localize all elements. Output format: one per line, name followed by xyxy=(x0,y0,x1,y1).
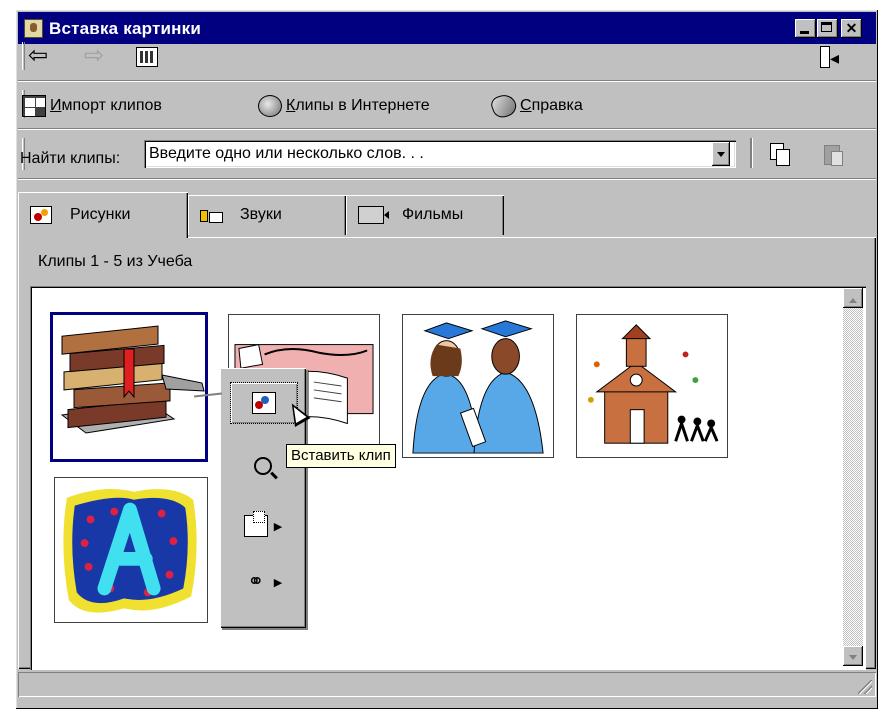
tab-sounds-label: Звуки xyxy=(240,206,282,223)
clips-status-text: Клипы 1 - 5 из Учеба xyxy=(38,253,193,270)
back-arrow-icon[interactable]: ⇦ xyxy=(28,42,48,70)
window-title: Вставка картинки xyxy=(49,19,201,38)
forward-arrow-icon[interactable]: ⇨ xyxy=(84,42,104,70)
search-input[interactable] xyxy=(147,143,711,165)
toolbar-separator xyxy=(18,128,876,130)
toolbar-divider xyxy=(750,138,753,168)
insert-clip-button[interactable] xyxy=(230,382,298,424)
movies-icon xyxy=(358,206,384,224)
pictures-icon xyxy=(30,206,52,224)
import-clips-icon xyxy=(22,95,46,117)
add-to-category-icon xyxy=(243,511,268,537)
scroll-up-button[interactable] xyxy=(843,288,863,308)
toolbar-separator xyxy=(18,178,876,180)
preview-clip-icon xyxy=(254,457,272,475)
vertical-scrollbar[interactable] xyxy=(843,288,863,666)
toolbar-separator xyxy=(18,80,876,82)
help-icon xyxy=(488,91,520,121)
scroll-down-button[interactable] xyxy=(843,646,863,666)
clip-thumbnail-books[interactable] xyxy=(50,312,208,462)
toolbar-grip[interactable] xyxy=(22,42,25,70)
books-clip-image xyxy=(60,325,205,434)
copy-icon[interactable] xyxy=(770,143,790,167)
status-bar xyxy=(18,672,876,697)
title-bar[interactable]: Вставка картинки ✕ xyxy=(18,12,876,44)
clip-thumbnail-letter-a[interactable] xyxy=(54,477,208,623)
clip-gallery-app-icon[interactable] xyxy=(24,19,43,38)
paste-icon[interactable] xyxy=(824,143,844,167)
clip-thumbnail-graduates[interactable] xyxy=(402,314,554,458)
import-clips-accelerator: И xyxy=(50,97,62,114)
help-accelerator: С xyxy=(520,97,532,114)
find-clips-label: Найти клипы: xyxy=(20,150,121,167)
clips-online-label: липы в Интернете xyxy=(295,97,430,114)
submenu-arrow-icon: ▶ xyxy=(273,576,283,589)
add-to-category-button[interactable]: ▶ xyxy=(230,506,296,546)
all-categories-icon[interactable] xyxy=(136,47,158,67)
autofit-icon[interactable] xyxy=(820,44,842,72)
find-similar-button[interactable]: ⚭ ▶ xyxy=(230,562,296,602)
clips-online-button[interactable]: Клипы в Интернете xyxy=(258,92,430,120)
graduates-clip-image xyxy=(412,320,544,454)
clips-online-accelerator: К xyxy=(286,97,296,114)
tab-pictures[interactable]: Рисунки xyxy=(18,192,188,238)
search-combobox[interactable] xyxy=(144,140,736,168)
tooltip: Вставить клип xyxy=(286,444,396,468)
tab-movies-label: Фильмы xyxy=(402,206,464,223)
schoolhouse-clip-image xyxy=(587,324,719,444)
help-label: правка xyxy=(531,97,583,114)
maximize-button[interactable] xyxy=(817,19,838,38)
search-dropdown-button[interactable] xyxy=(712,142,730,166)
close-button[interactable]: ✕ xyxy=(841,19,862,38)
submenu-arrow-icon: ▶ xyxy=(273,520,283,533)
letter-a-clip-image xyxy=(63,488,197,613)
resize-grip-icon[interactable] xyxy=(858,680,872,694)
clip-thumbnail-schoolhouse[interactable] xyxy=(576,314,728,458)
tab-pictures-label: Рисунки xyxy=(70,206,131,223)
insert-clip-icon xyxy=(252,392,276,414)
find-similar-icon: ⚭ xyxy=(247,571,265,593)
minimize-button[interactable] xyxy=(795,19,816,38)
import-clips-button[interactable]: Импорт клипов xyxy=(22,92,162,120)
sounds-icon xyxy=(200,206,223,224)
import-clips-label: мпорт клипов xyxy=(61,97,162,114)
help-button[interactable]: Справка xyxy=(488,91,583,121)
tab-movies[interactable]: Фильмы xyxy=(346,195,504,235)
clips-online-icon xyxy=(258,95,282,117)
tab-sounds[interactable]: Звуки xyxy=(188,195,346,235)
